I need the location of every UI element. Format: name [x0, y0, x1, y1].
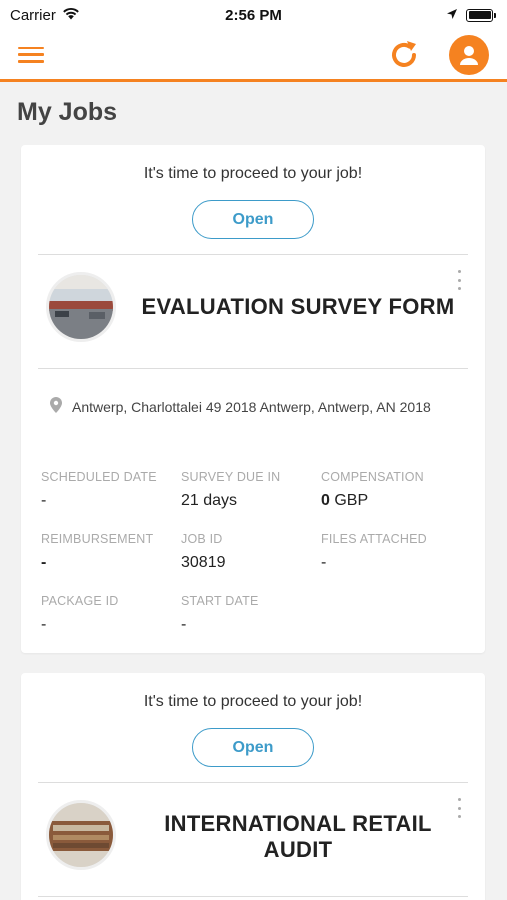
open-job-button[interactable]: Open [192, 200, 314, 239]
job-title-line: INTERNATIONAL RETAIL [164, 811, 432, 836]
divider [38, 896, 468, 897]
detail-value: - [41, 492, 47, 509]
job-thumbnail [46, 800, 116, 870]
job-thumbnail [46, 272, 116, 342]
detail-value: 0 GBP [321, 492, 461, 510]
detail-value: - [181, 616, 187, 633]
more-options-icon[interactable] [455, 270, 463, 290]
address-row: Antwerp, Charlottalei 49 2018 Antwerp, A… [50, 397, 431, 416]
detail-job-id: JOB ID 30819 [181, 532, 321, 572]
detail-label: SCHEDULED DATE [41, 470, 157, 484]
profile-icon[interactable] [449, 34, 489, 75]
divider [38, 782, 468, 783]
nav-bar [0, 30, 507, 82]
detail-compensation: COMPENSATION 0 GBP [321, 470, 461, 510]
wifi-icon [62, 7, 80, 24]
detail-value: - [321, 554, 327, 571]
refresh-icon[interactable] [387, 38, 421, 72]
detail-package-id: PACKAGE ID - [41, 594, 181, 634]
detail-label: PACKAGE ID [41, 594, 119, 608]
status-left: Carrier [10, 7, 80, 24]
detail-label: REIMBURSEMENT [41, 532, 154, 546]
detail-label: JOB ID [181, 532, 223, 546]
job-title: EVALUATION SURVEY FORM [141, 294, 455, 319]
open-job-button[interactable]: Open [192, 728, 314, 767]
job-address: Antwerp, Charlottalei 49 2018 Antwerp, A… [72, 398, 431, 415]
job-title-line: AUDIT [263, 837, 333, 862]
detail-label: START DATE [181, 594, 259, 608]
detail-value: - [41, 616, 47, 633]
compensation-amount: 0 [321, 492, 330, 509]
job-card: It's time to proceed to your job! Open I… [21, 673, 485, 900]
proceed-message: It's time to proceed to your job! [143, 693, 363, 710]
battery-icon [466, 8, 496, 22]
status-right [446, 7, 496, 24]
detail-survey-due: SURVEY DUE IN 21 days [181, 470, 321, 510]
compensation-currency: GBP [334, 492, 369, 509]
divider [38, 254, 468, 255]
proceed-message: It's time to proceed to your job! [143, 165, 363, 182]
nav-actions [387, 34, 489, 75]
job-title: INTERNATIONAL RETAIL AUDIT [131, 811, 465, 863]
page-title: My Jobs [17, 98, 118, 126]
detail-reimbursement: REIMBURSEMENT - [41, 532, 181, 572]
detail-value: 30819 [181, 554, 226, 571]
detail-start-date: START DATE - [181, 594, 321, 634]
carrier-label: Carrier [10, 6, 56, 24]
menu-icon[interactable] [18, 45, 44, 65]
detail-label: COMPENSATION [321, 470, 424, 484]
detail-label: FILES ATTACHED [321, 532, 427, 546]
detail-files-attached: FILES ATTACHED - [321, 532, 461, 572]
job-card: It's time to proceed to your job! Open E… [21, 145, 485, 653]
detail-value: 21 days [181, 492, 238, 509]
location-arrow-icon [446, 7, 458, 24]
status-bar: Carrier 2:56 PM [0, 0, 507, 30]
detail-value: - [41, 554, 47, 571]
divider [38, 368, 468, 369]
detail-scheduled-date: SCHEDULED DATE - [41, 470, 181, 510]
detail-label: SURVEY DUE IN [181, 470, 281, 484]
location-pin-icon [50, 397, 62, 416]
